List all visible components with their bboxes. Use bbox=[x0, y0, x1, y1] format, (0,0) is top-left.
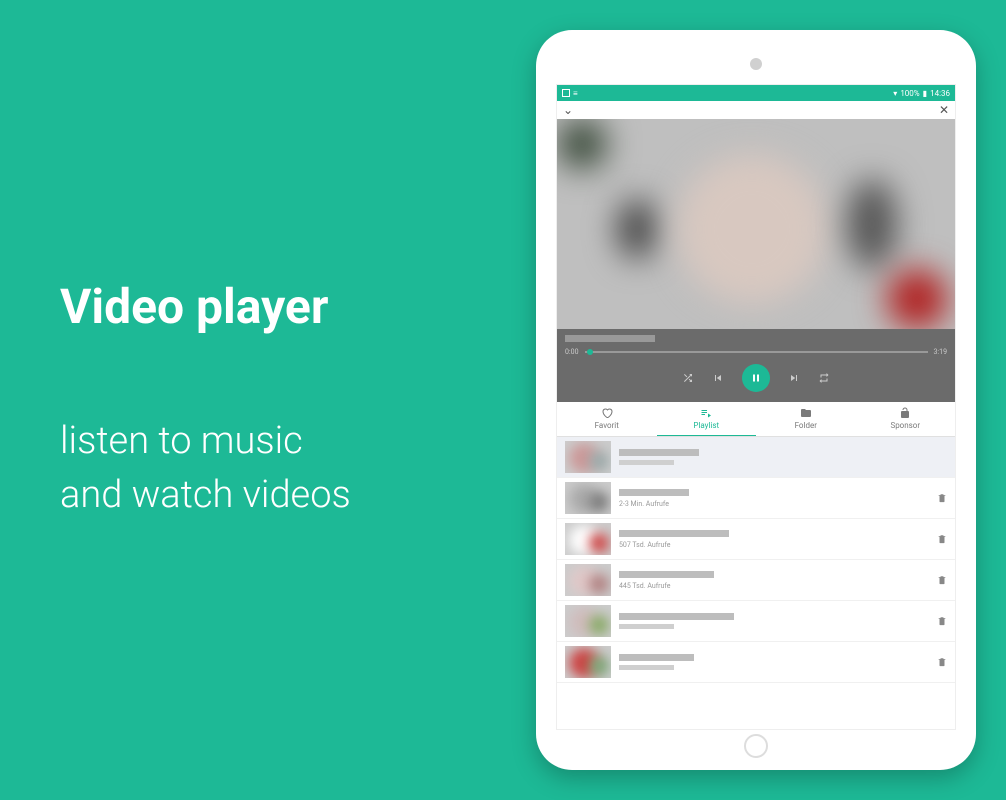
player-header: ⌄ ✕ bbox=[557, 101, 955, 119]
item-subtitle-placeholder bbox=[619, 460, 674, 465]
playlist-item-text bbox=[619, 613, 929, 629]
close-icon[interactable]: ✕ bbox=[939, 103, 949, 117]
delete-icon[interactable] bbox=[937, 615, 947, 627]
delete-icon[interactable] bbox=[937, 656, 947, 668]
playlist-item-text bbox=[619, 654, 929, 670]
playlist-item[interactable]: 2-3 Min. Aufrufe bbox=[557, 478, 955, 519]
tablet-camera bbox=[750, 58, 762, 70]
shuffle-icon[interactable] bbox=[682, 372, 694, 384]
play-pause-button[interactable] bbox=[742, 364, 770, 392]
track-title-placeholder bbox=[565, 335, 655, 342]
tab-favorit[interactable]: Favorit bbox=[557, 402, 657, 436]
playlist-item-text: 445 Tsd. Aufrufe bbox=[619, 571, 929, 590]
playlist-item[interactable] bbox=[557, 642, 955, 683]
app-screen: ≡ ▾ 100% ▮ 14:36 ⌄ ✕ 0:00 bbox=[556, 84, 956, 730]
wifi-icon: ▾ bbox=[893, 89, 897, 98]
tab-label: Playlist bbox=[693, 421, 719, 430]
status-left-icons: ≡ bbox=[562, 89, 578, 98]
item-subtitle-placeholder bbox=[619, 665, 674, 670]
playlist-item-text: 2-3 Min. Aufrufe bbox=[619, 489, 929, 508]
item-subtitle-placeholder bbox=[619, 624, 674, 629]
playlist-item-text: 507 Tsd. Aufrufe bbox=[619, 530, 929, 549]
item-title-placeholder bbox=[619, 613, 734, 620]
video-blur bbox=[847, 179, 897, 269]
tab-playlist[interactable]: Playlist bbox=[657, 402, 757, 436]
progress-row: 0:00 3:19 bbox=[565, 348, 947, 356]
item-title-placeholder bbox=[619, 449, 699, 456]
promo-text-block: Video player listen to music and watch v… bbox=[0, 278, 536, 521]
tab-sponsor[interactable]: Sponsor bbox=[856, 402, 956, 436]
promo-subtitle-line-2: and watch videos bbox=[60, 469, 536, 522]
item-title-placeholder bbox=[619, 530, 729, 537]
transport-controls bbox=[565, 364, 947, 392]
android-status-bar: ≡ ▾ 100% ▮ 14:36 bbox=[557, 85, 955, 101]
video-thumbnail bbox=[565, 482, 611, 514]
playlist-item[interactable]: 445 Tsd. Aufrufe bbox=[557, 560, 955, 601]
repeat-icon[interactable] bbox=[818, 372, 830, 384]
tab-folder[interactable]: Folder bbox=[756, 402, 856, 436]
playlist-item[interactable]: 507 Tsd. Aufrufe bbox=[557, 519, 955, 560]
video-blur bbox=[557, 119, 607, 169]
time-current: 0:00 bbox=[565, 348, 579, 356]
promo-title: Video player bbox=[60, 278, 536, 335]
collapse-icon[interactable]: ⌄ bbox=[563, 103, 573, 117]
video-thumbnail bbox=[565, 646, 611, 678]
playlist-item-text bbox=[619, 449, 947, 465]
video-thumbnail bbox=[565, 564, 611, 596]
playlist-item[interactable] bbox=[557, 601, 955, 642]
seek-handle[interactable] bbox=[587, 349, 593, 355]
playlist[interactable]: 2-3 Min. Aufrufe 507 Tsd. Aufrufe 445 Tsd.… bbox=[557, 437, 955, 729]
delete-icon[interactable] bbox=[937, 533, 947, 545]
clock: 14:36 bbox=[930, 89, 950, 98]
video-thumbnail bbox=[565, 441, 611, 473]
previous-icon[interactable] bbox=[712, 372, 724, 384]
player-controls-panel: 0:00 3:19 bbox=[557, 329, 955, 402]
tab-label: Favorit bbox=[595, 421, 619, 430]
item-title-placeholder bbox=[619, 571, 714, 578]
next-icon[interactable] bbox=[788, 372, 800, 384]
video-blur bbox=[887, 269, 947, 329]
tab-label: Sponsor bbox=[890, 421, 920, 430]
video-blur bbox=[677, 154, 827, 304]
delete-icon[interactable] bbox=[937, 574, 947, 586]
item-subtitle: 2-3 Min. Aufrufe bbox=[619, 500, 929, 508]
item-subtitle: 445 Tsd. Aufrufe bbox=[619, 582, 929, 590]
video-blur bbox=[617, 199, 657, 259]
item-subtitle: 507 Tsd. Aufrufe bbox=[619, 541, 929, 549]
video-thumbnail bbox=[565, 605, 611, 637]
promo-subtitle-line-1: listen to music bbox=[60, 415, 536, 468]
item-title-placeholder bbox=[619, 654, 694, 661]
playlist-item[interactable] bbox=[557, 437, 955, 478]
battery-icon: ▮ bbox=[923, 89, 927, 98]
video-playback-area[interactable] bbox=[557, 119, 955, 329]
status-notif-icon: ≡ bbox=[573, 89, 578, 98]
status-right-icons: ▾ 100% ▮ 14:36 bbox=[893, 89, 950, 98]
delete-icon[interactable] bbox=[937, 492, 947, 504]
promo-subtitle: listen to music and watch videos bbox=[60, 415, 536, 521]
status-app-icon bbox=[562, 89, 570, 97]
item-title-placeholder bbox=[619, 489, 689, 496]
tablet-home-button bbox=[744, 734, 768, 758]
seek-bar[interactable] bbox=[585, 351, 928, 353]
video-thumbnail bbox=[565, 523, 611, 555]
battery-percent: 100% bbox=[900, 89, 919, 98]
time-total: 3:19 bbox=[934, 348, 948, 356]
tablet-device-frame: ≡ ▾ 100% ▮ 14:36 ⌄ ✕ 0:00 bbox=[536, 30, 976, 770]
pause-icon bbox=[750, 372, 762, 384]
tab-label: Folder bbox=[795, 421, 817, 430]
tab-bar: Favorit Playlist Folder Sponsor bbox=[557, 402, 955, 437]
